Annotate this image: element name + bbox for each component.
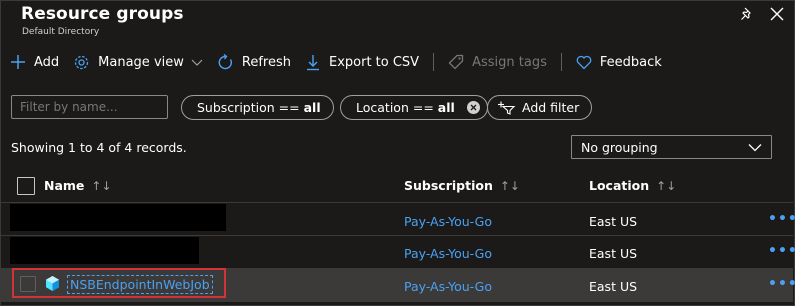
column-subscription-label: Subscription bbox=[404, 178, 493, 193]
assign-tags-button[interactable]: Assign tags bbox=[448, 50, 547, 74]
add-filter-label: Add filter bbox=[522, 100, 580, 115]
feedback-label: Feedback bbox=[599, 54, 662, 70]
redacted-name bbox=[10, 237, 199, 264]
pin-icon[interactable] bbox=[738, 5, 756, 23]
add-filter-icon bbox=[498, 101, 516, 115]
redacted-name bbox=[10, 204, 226, 231]
directory-subtitle: Default Directory bbox=[22, 27, 100, 37]
manage-view-label: Manage view bbox=[98, 54, 184, 70]
column-name[interactable]: Name ↑↓ bbox=[44, 178, 112, 193]
subscription-filter-pill[interactable]: Subscription == all bbox=[181, 95, 334, 120]
toolbar-divider bbox=[433, 53, 435, 71]
record-count: Showing 1 to 4 of 4 records. bbox=[11, 140, 187, 155]
refresh-label: Refresh bbox=[241, 54, 291, 70]
sort-icon: ↑↓ bbox=[499, 178, 520, 193]
toolbar-divider bbox=[560, 53, 562, 71]
more-actions-icon[interactable]: ••• bbox=[768, 211, 795, 227]
plus-icon bbox=[11, 55, 25, 69]
subscription-link[interactable]: Pay-As-You-Go bbox=[404, 246, 492, 261]
highlight-box bbox=[12, 268, 226, 298]
chevron-down-icon bbox=[191, 59, 203, 66]
column-name-label: Name bbox=[44, 178, 85, 193]
clear-filter-icon[interactable] bbox=[466, 101, 480, 114]
refresh-icon bbox=[218, 53, 232, 69]
tag-icon bbox=[448, 54, 464, 70]
grouping-dropdown[interactable]: No grouping bbox=[571, 135, 772, 159]
heart-icon bbox=[576, 55, 592, 69]
more-actions-icon[interactable]: ••• bbox=[768, 276, 795, 292]
subscription-filter-value: all bbox=[303, 100, 321, 115]
add-button[interactable]: Add bbox=[10, 50, 59, 74]
filter-by-name-input[interactable] bbox=[11, 95, 168, 119]
sort-icon: ↑↓ bbox=[656, 178, 677, 193]
gear-icon bbox=[75, 55, 89, 69]
location-filter-value: all bbox=[437, 100, 455, 115]
sort-icon: ↑↓ bbox=[91, 178, 112, 193]
page-title: Resource groups bbox=[21, 4, 184, 24]
export-csv-label: Export to CSV bbox=[328, 54, 420, 70]
location-cell: East US bbox=[589, 214, 638, 229]
feedback-button[interactable]: Feedback bbox=[576, 50, 662, 74]
close-icon[interactable] bbox=[768, 5, 786, 23]
subscription-link[interactable]: Pay-As-You-Go bbox=[404, 279, 492, 294]
column-location-label: Location bbox=[589, 178, 650, 193]
grouping-value: No grouping bbox=[581, 139, 658, 155]
chevron-down-icon bbox=[748, 143, 762, 151]
location-filter-pill[interactable]: Location == all bbox=[340, 95, 488, 120]
download-icon bbox=[306, 54, 319, 70]
location-cell: East US bbox=[589, 246, 638, 261]
location-filter-label: Location == bbox=[356, 100, 434, 115]
subscription-filter-label: Subscription == bbox=[197, 100, 300, 115]
select-all-checkbox[interactable] bbox=[17, 177, 35, 195]
refresh-button[interactable]: Refresh bbox=[217, 50, 291, 74]
more-actions-icon[interactable]: ••• bbox=[768, 243, 795, 259]
location-cell: East US bbox=[589, 279, 638, 294]
subscription-link[interactable]: Pay-As-You-Go bbox=[404, 214, 492, 229]
export-csv-button[interactable]: Export to CSV bbox=[305, 50, 419, 74]
column-subscription[interactable]: Subscription ↑↓ bbox=[404, 178, 520, 193]
manage-view-button[interactable]: Manage view bbox=[73, 50, 203, 74]
add-label: Add bbox=[34, 54, 60, 70]
command-bar: Add Manage view Refresh Export to CSV As… bbox=[10, 50, 676, 74]
column-location[interactable]: Location ↑↓ bbox=[589, 178, 676, 193]
assign-tags-label: Assign tags bbox=[472, 54, 547, 70]
add-filter-button[interactable]: Add filter bbox=[487, 95, 593, 120]
